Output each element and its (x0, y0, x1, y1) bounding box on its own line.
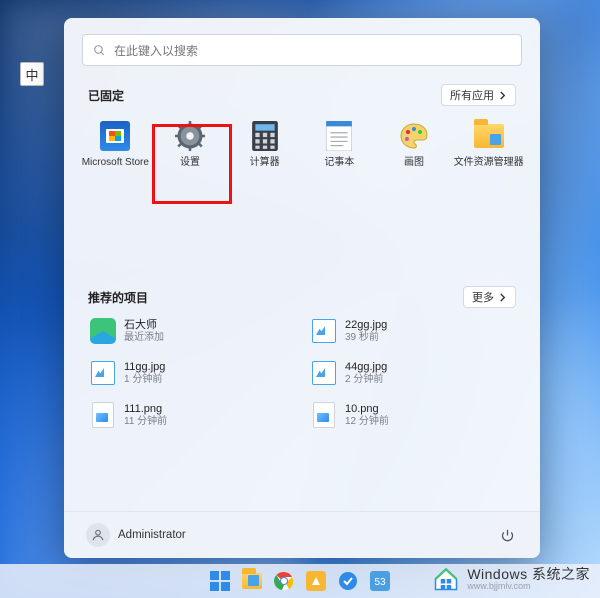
item-subtitle: 11 分钟前 (124, 416, 167, 428)
all-apps-label: 所有应用 (450, 87, 494, 103)
recommended-item[interactable]: 11gg.jpg1 分钟前 (86, 356, 297, 390)
image-file-icon (90, 402, 116, 428)
user-avatar-icon (86, 523, 110, 547)
taskbar-chrome-icon[interactable] (271, 568, 297, 594)
username-label: Administrator (118, 529, 186, 541)
power-icon (500, 528, 515, 543)
recommended-section: 推荐的项目 更多 石大师最近添加 22gg.jpg39 秒前 11gg.jpg1… (64, 286, 540, 432)
item-title: 111.png (124, 403, 167, 416)
item-subtitle: 12 分钟前 (345, 416, 389, 428)
taskbar-app-icon[interactable] (303, 568, 329, 594)
folder-icon (473, 120, 505, 152)
pinned-grid: Microsoft Store 设置 计算器 记事本 画图 (78, 112, 526, 186)
item-title: 石大师 (124, 319, 164, 332)
recommended-item[interactable]: 22gg.jpg39 秒前 (307, 314, 518, 348)
app-settings[interactable]: 设置 (153, 112, 228, 186)
image-file-icon (311, 360, 337, 386)
palette-icon (398, 120, 430, 152)
item-title: 10.png (345, 403, 389, 416)
search-icon (93, 44, 106, 57)
search-placeholder: 在此键入以搜索 (114, 42, 198, 59)
taskbar-app-icon[interactable]: 53 (367, 568, 393, 594)
more-button[interactable]: 更多 (463, 286, 516, 308)
app-label: 文件资源管理器 (454, 157, 524, 168)
watermark-brand: Windows 系统之家 (467, 567, 590, 582)
app-calculator[interactable]: 计算器 (227, 112, 302, 186)
app-file-explorer[interactable]: 文件资源管理器 (451, 112, 526, 186)
power-button[interactable] (496, 524, 518, 546)
watermark-url: www.bjjmlv.com (467, 582, 590, 591)
item-title: 22gg.jpg (345, 319, 387, 332)
taskbar-app-icon[interactable] (335, 568, 361, 594)
app-icon (90, 318, 116, 344)
more-label: 更多 (472, 289, 494, 305)
recommended-item[interactable]: 石大师最近添加 (86, 314, 297, 348)
app-label: 记事本 (324, 157, 354, 168)
store-icon (99, 120, 131, 152)
taskbar-explorer-icon[interactable] (239, 568, 265, 594)
notepad-icon (323, 120, 355, 152)
item-title: 11gg.jpg (124, 361, 165, 374)
image-file-icon (311, 402, 337, 428)
recommended-item[interactable]: 10.png12 分钟前 (307, 398, 518, 432)
app-label: 计算器 (250, 157, 280, 168)
pinned-title: 已固定 (88, 87, 124, 104)
image-file-icon (90, 360, 116, 386)
item-subtitle: 2 分钟前 (345, 374, 387, 386)
pinned-header: 已固定 所有应用 (88, 84, 516, 106)
watermark: Windows 系统之家 www.bjjmlv.com (431, 564, 590, 594)
chevron-right-icon (498, 293, 507, 302)
user-account-button[interactable]: Administrator (86, 523, 186, 547)
item-title: 44gg.jpg (345, 361, 387, 374)
app-microsoft-store[interactable]: Microsoft Store (78, 112, 153, 186)
svg-text:53: 53 (374, 577, 386, 588)
start-menu: 在此键入以搜索 已固定 所有应用 Microsoft Store 设置 计算器 (64, 18, 540, 558)
image-file-icon (311, 318, 337, 344)
item-subtitle: 最近添加 (124, 332, 164, 344)
recommended-title: 推荐的项目 (88, 289, 148, 306)
recommended-item[interactable]: 44gg.jpg2 分钟前 (307, 356, 518, 390)
calculator-icon (249, 120, 281, 152)
app-notepad[interactable]: 记事本 (302, 112, 377, 186)
app-label: 设置 (180, 157, 200, 168)
taskbar-start-button[interactable] (207, 568, 233, 594)
start-footer: Administrator (64, 511, 540, 558)
house-logo-icon (431, 564, 461, 594)
recommended-item[interactable]: 111.png11 分钟前 (86, 398, 297, 432)
search-input[interactable]: 在此键入以搜索 (82, 34, 522, 66)
chevron-right-icon (498, 91, 507, 100)
app-label: Microsoft Store (82, 157, 149, 168)
gear-icon (174, 120, 206, 152)
app-paint[interactable]: 画图 (377, 112, 452, 186)
recommended-grid: 石大师最近添加 22gg.jpg39 秒前 11gg.jpg1 分钟前 44gg… (86, 314, 518, 432)
item-subtitle: 1 分钟前 (124, 374, 165, 386)
ime-indicator[interactable]: 中 (20, 62, 44, 86)
app-label: 画图 (404, 157, 424, 168)
all-apps-button[interactable]: 所有应用 (441, 84, 516, 106)
item-subtitle: 39 秒前 (345, 332, 387, 344)
